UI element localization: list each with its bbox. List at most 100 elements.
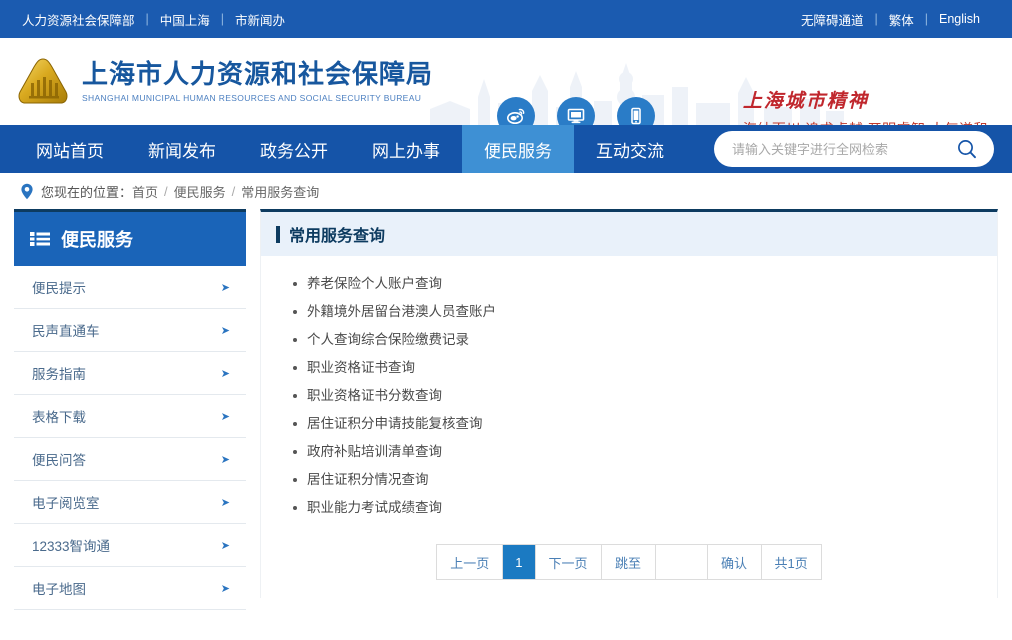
chevron-right-icon: ➤ (220, 281, 230, 294)
sidebar-item-label: 12333智询通 (32, 539, 111, 554)
topbar-link-china-shanghai[interactable]: 中国上海 (160, 10, 210, 29)
pagination-jump-label: 跳至 (601, 545, 656, 579)
page-title: 常用服务查询 (289, 228, 386, 245)
breadcrumb-separator: / (164, 183, 168, 199)
topbar-link-press-office[interactable]: 市新闻办 (235, 10, 285, 29)
topbar-separator: | (874, 12, 878, 26)
sidebar-item-e-map[interactable]: 电子地图 ➤ (14, 567, 246, 610)
list-item[interactable]: 政府补贴培训清单查询 (291, 438, 997, 466)
chevron-right-icon: ➤ (220, 367, 230, 380)
breadcrumb-item-convenience-services[interactable]: 便民服务 (174, 182, 226, 201)
pagination-next-button[interactable]: 下一页 (535, 545, 602, 579)
logo-title-en: SHANGHAI MUNICIPAL HUMAN RESOURCES AND S… (82, 92, 422, 103)
content-panel: 常用服务查询 养老保险个人账户查询 外籍境外居留台港澳人员查账户 个人查询综合保… (260, 209, 998, 598)
topbar-separator: | (220, 12, 225, 26)
nav-item-online-services[interactable]: 网上办事 (350, 125, 462, 173)
nav-item-home[interactable]: 网站首页 (14, 125, 126, 173)
list-item[interactable]: 外籍境外居留台港澳人员查账户 (291, 298, 997, 326)
topbar-left-links: 人力资源社会保障部 | 中国上海 | 市新闻办 (22, 10, 285, 29)
location-pin-icon (20, 183, 34, 200)
sidebar-item-label: 电子地图 (32, 582, 86, 597)
pagination-wrapper: 上一页 1 下一页 跳至 确认 共1页 (261, 522, 997, 598)
list-menu-icon (30, 231, 50, 247)
breadcrumb: 您现在的位置： 首页 / 便民服务 / 常用服务查询 (0, 173, 1012, 209)
desktop-icon (567, 108, 585, 124)
title-accent-bar (276, 225, 280, 243)
service-query-list: 养老保险个人账户查询 外籍境外居留台港澳人员查账户 个人查询综合保险缴费记录 职… (261, 256, 997, 522)
topbar-link-english[interactable]: English (939, 12, 980, 26)
sidebar-item-service-guide[interactable]: 服务指南 ➤ (14, 352, 246, 395)
desktop-site-button[interactable] (557, 97, 595, 125)
main-navigation: 网站首页 新闻发布 政务公开 网上办事 便民服务 互动交流 (0, 125, 1012, 173)
pagination: 上一页 1 下一页 跳至 确认 共1页 (436, 544, 822, 580)
chevron-right-icon: ➤ (220, 410, 230, 423)
mobile-site-button[interactable] (617, 97, 655, 125)
sidebar-item-label: 服务指南 (32, 367, 86, 382)
topbar-link-accessibility[interactable]: 无障碍通道 (801, 10, 864, 29)
sidebar-title: 便民服务 (61, 230, 133, 250)
chevron-right-icon: ➤ (220, 496, 230, 509)
sidebar-item-label: 便民提示 (32, 281, 86, 296)
sidebar-item-12333-consultation[interactable]: 12333智询通 ➤ (14, 524, 246, 567)
weibo-button[interactable] (497, 97, 535, 125)
weibo-icon (507, 108, 525, 124)
sidebar-item-label: 表格下载 (32, 410, 86, 425)
sidebar-header: 便民服务 (14, 212, 246, 266)
breadcrumb-separator: / (231, 183, 236, 199)
pagination-page-1[interactable]: 1 (503, 545, 536, 579)
topbar-right-links: 无障碍通道 | 繁体 | English (801, 10, 980, 29)
topbar-separator: | (924, 12, 928, 26)
pagination-jump-input[interactable] (655, 545, 708, 579)
breadcrumb-label: 您现在的位置： (41, 184, 133, 200)
search-button[interactable] (954, 138, 980, 160)
sidebar-item-form-download[interactable]: 表格下载 ➤ (14, 395, 246, 438)
city-spirit-slogan: 海纳百川 追求卓越 开明睿智 大气谦和 (743, 119, 988, 125)
pagination-total-pages: 共1页 (761, 545, 821, 579)
mobile-icon (631, 107, 641, 125)
nav-item-interaction[interactable]: 互动交流 (574, 125, 686, 173)
chevron-right-icon: ➤ (220, 539, 230, 552)
chevron-right-icon: ➤ (220, 324, 230, 337)
sidebar-item-label: 电子阅览室 (32, 496, 100, 511)
pagination-confirm-button[interactable]: 确认 (707, 545, 762, 579)
pagination-prev-button[interactable]: 上一页 (437, 545, 504, 579)
sidebar-item-label: 民声直通车 (32, 324, 100, 339)
topbar-link-traditional-chinese[interactable]: 繁体 (889, 10, 914, 29)
chevron-right-icon: ➤ (220, 453, 230, 466)
list-item[interactable]: 个人查询综合保险缴费记录 (291, 326, 997, 354)
chevron-right-icon: ➤ (220, 582, 230, 595)
bureau-emblem-icon (18, 57, 68, 103)
list-item[interactable]: 居住证积分申请技能复核查询 (291, 410, 997, 438)
sidebar: 便民服务 便民提示 ➤ 民声直通车 ➤ 服务指南 ➤ 表格下载 ➤ 便民问答 ➤… (14, 209, 246, 610)
search-input[interactable] (732, 141, 954, 157)
sidebar-item-label: 便民问答 (32, 453, 86, 468)
nav-item-convenience-services[interactable]: 便民服务 (462, 125, 574, 173)
top-utility-bar: 人力资源社会保障部 | 中国上海 | 市新闻办 无障碍通道 | 繁体 | Eng… (0, 0, 1012, 38)
site-search (714, 131, 994, 167)
list-item[interactable]: 居住证积分情况查询 (291, 466, 997, 494)
list-item[interactable]: 养老保险个人账户查询 (291, 270, 997, 298)
topbar-link-mohrss[interactable]: 人力资源社会保障部 (22, 10, 135, 29)
sidebar-item-public-voice-express[interactable]: 民声直通车 ➤ (14, 309, 246, 352)
breadcrumb-item-home[interactable]: 首页 (132, 182, 158, 201)
nav-item-news[interactable]: 新闻发布 (126, 125, 238, 173)
sidebar-item-faq[interactable]: 便民问答 ➤ (14, 438, 246, 481)
list-item[interactable]: 职业能力考试成绩查询 (291, 494, 997, 522)
list-item[interactable]: 职业资格证书分数查询 (291, 382, 997, 410)
content-header: 常用服务查询 (261, 212, 997, 256)
breadcrumb-item-current: 常用服务查询 (241, 184, 320, 200)
site-logo[interactable]: 上海市人力资源和社会保障局 SHANGHAI MUNICIPAL HUMAN R… (16, 56, 433, 108)
site-banner: 上海市人力资源和社会保障局 SHANGHAI MUNICIPAL HUMAN R… (0, 38, 1012, 125)
city-spirit-block: 上海城市精神 海纳百川 追求卓越 开明睿智 大气谦和 (743, 86, 988, 125)
list-item[interactable]: 职业资格证书查询 (291, 354, 997, 382)
search-icon (958, 140, 976, 159)
main-area: 便民服务 便民提示 ➤ 民声直通车 ➤ 服务指南 ➤ 表格下载 ➤ 便民问答 ➤… (0, 209, 1012, 610)
city-spirit-title: 上海城市精神 (742, 91, 869, 112)
social-links (497, 97, 655, 125)
nav-item-government-affairs[interactable]: 政务公开 (238, 125, 350, 173)
logo-title-cn: 上海市人力资源和社会保障局 (82, 59, 434, 90)
topbar-separator: | (145, 12, 149, 26)
sidebar-item-e-reading-room[interactable]: 电子阅览室 ➤ (14, 481, 246, 524)
sidebar-item-convenience-tips[interactable]: 便民提示 ➤ (14, 266, 246, 309)
nav-item-list: 网站首页 新闻发布 政务公开 网上办事 便民服务 互动交流 (0, 125, 686, 173)
